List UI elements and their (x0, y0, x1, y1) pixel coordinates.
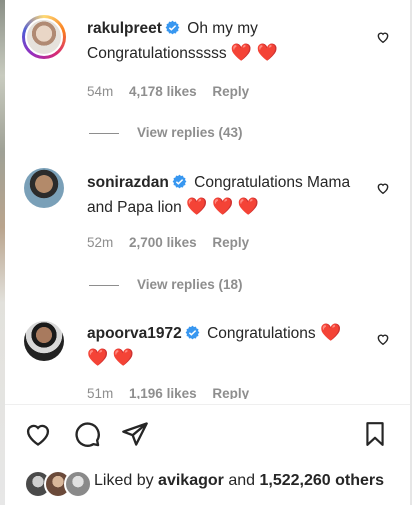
heart-emoji: ❤️ ❤️ (87, 348, 135, 367)
like-icon[interactable] (24, 420, 52, 453)
comment-like-icon[interactable] (376, 30, 390, 49)
bookmark-icon[interactable] (362, 420, 388, 453)
liker-avatar[interactable] (64, 470, 92, 498)
comment-text: sonirazdan Congratulations Mama and Papa… (87, 172, 357, 219)
replies-line (89, 132, 119, 134)
view-replies-button[interactable]: View replies (43) (89, 125, 243, 140)
view-replies-label: View replies (18) (137, 277, 243, 292)
comment-time: 52m (87, 235, 114, 250)
avatar-apoorva1972[interactable] (24, 321, 64, 361)
comment-likes[interactable]: 1,196 likes (129, 386, 197, 399)
reply-button[interactable]: Reply (212, 84, 249, 99)
share-icon[interactable] (121, 420, 149, 453)
background-strip (0, 0, 5, 505)
comment-icon[interactable] (73, 420, 101, 453)
heart-emoji: ❤️ ❤️ ❤️ (186, 197, 260, 216)
comment-meta: 51m 1,196 likes Reply (87, 386, 261, 399)
liked-by-prefix: Liked by (94, 472, 154, 489)
verified-badge-icon (172, 174, 187, 196)
verified-badge-icon (165, 20, 180, 42)
section-divider (5, 404, 410, 405)
comment-username[interactable]: rakulpreet (87, 20, 162, 37)
comment-text: rakulpreet Oh my my Congratulationsssss … (87, 18, 357, 65)
comment-username[interactable]: apoorva1972 (87, 325, 182, 342)
replies-line (89, 284, 119, 286)
liked-by-and: and (228, 472, 256, 489)
comment-username[interactable]: sonirazdan (87, 174, 169, 191)
comment-meta: 54m 4,178 likes Reply (87, 84, 261, 99)
reply-button[interactable]: Reply (212, 235, 249, 250)
liked-by-text: Liked by avikagor and 1,522,260 others (94, 472, 384, 490)
comment-like-icon[interactable] (376, 332, 390, 351)
liked-by-user[interactable]: avikagor (158, 472, 224, 489)
verified-badge-icon (185, 325, 200, 347)
comment-likes[interactable]: 2,700 likes (129, 235, 197, 250)
comment-like-icon[interactable] (376, 181, 390, 200)
comment-body: Congratulations (207, 325, 316, 342)
view-replies-label: View replies (43) (137, 125, 243, 140)
heart-emoji: ❤️ ❤️ (230, 43, 278, 62)
reply-button[interactable]: Reply (212, 386, 249, 399)
avatar-sonirazdan[interactable] (24, 168, 64, 208)
comment-time: 51m (87, 386, 114, 399)
heart-emoji: ❤️ (319, 323, 342, 342)
liked-by-others[interactable]: 1,522,260 others (259, 472, 384, 489)
comment-time: 54m (87, 84, 114, 99)
view-replies-button[interactable]: View replies (18) (89, 277, 243, 292)
comment-likes[interactable]: 4,178 likes (129, 84, 197, 99)
avatar-rakulpreet[interactable] (22, 15, 66, 59)
comment-meta: 52m 2,700 likes Reply (87, 235, 261, 250)
comment-text: apoorva1972 Congratulations ❤️ ❤️ ❤️ (87, 322, 357, 370)
